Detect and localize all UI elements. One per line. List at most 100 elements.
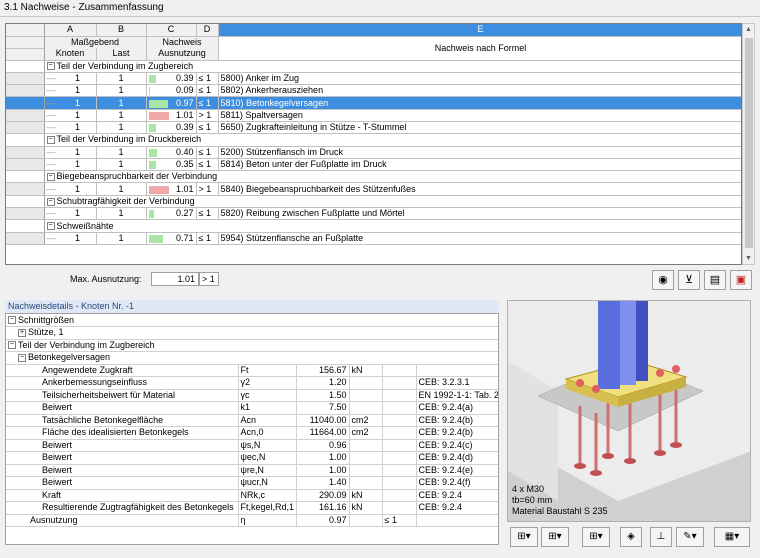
group-row[interactable]: − Biegebeanspruchbarkeit der Verbindung xyxy=(6,170,741,184)
last-cell: 1 xyxy=(96,207,147,221)
collapse-icon[interactable]: − xyxy=(8,341,16,350)
tree-zugbereich[interactable]: Teil der Verbindung im Zugbereich xyxy=(18,340,155,350)
result-row[interactable]: — 1 1 0.39 ≤ 1 5800) Anker im Zug xyxy=(6,72,741,86)
scroll-down-icon[interactable]: ▼ xyxy=(745,255,752,262)
3d-view[interactable]: 4 x M30 tb=60 mm Material Baustahl S 235 xyxy=(507,300,751,522)
collapse-icon[interactable]: − xyxy=(46,172,55,181)
value-cell: 0.09 xyxy=(175,85,194,96)
result-row[interactable]: — 1 1 0.39 ≤ 1 5650) Zugkrafteinleitung in S… xyxy=(6,121,741,135)
detail-value: 1.00 xyxy=(296,451,350,465)
iso-view-button[interactable]: ◈ xyxy=(620,527,642,547)
col-letter-a[interactable]: A xyxy=(44,24,97,37)
header-knoten: Knoten xyxy=(44,48,97,61)
group-row[interactable]: − Schweißnähte xyxy=(6,219,741,233)
detail-name: Tatsächliche Betonkegelfläche xyxy=(6,414,239,427)
utilization-bar xyxy=(148,74,157,83)
col-letter-c[interactable]: C xyxy=(146,24,197,37)
result-row[interactable]: — 1 1 0.40 ≤ 1 5200) Stützenflansch im Druck xyxy=(6,146,741,159)
detail-row[interactable]: Tatsächliche Betonkegelfläche Acn 11040.00… xyxy=(6,414,498,427)
utilization-bar xyxy=(148,161,156,170)
detail-unit xyxy=(349,389,383,402)
detail-row[interactable]: Beiwert ψs,N 0.96 CEB: 9.2.4(c) xyxy=(6,439,498,452)
detail-reference: CEB: 9.2.4 xyxy=(416,489,498,502)
value-cell: 0.71 xyxy=(175,232,194,243)
detail-reference: CEB: 9.2.4(b) xyxy=(416,426,498,440)
detail-symbol: Ft xyxy=(238,364,297,377)
collapse-icon[interactable]: − xyxy=(46,62,55,71)
view-x-button[interactable]: ⊞▾ xyxy=(510,527,538,547)
utilization-bar xyxy=(148,185,169,194)
detail-value: 161.16 xyxy=(296,501,350,515)
result-row[interactable]: — 1 1 0.71 ≤ 1 5954) Stützenflansche an Fußp… xyxy=(6,232,741,245)
render-button[interactable]: ⊥ xyxy=(650,527,672,547)
detail-symbol: ψec,N xyxy=(238,451,297,465)
collapse-icon[interactable]: − xyxy=(8,316,16,325)
detail-name: Kraft xyxy=(6,489,239,502)
view-y-button[interactable]: ⊞▾ xyxy=(541,527,569,547)
grid-scrollbar[interactable]: ▲ ▼ xyxy=(742,23,755,265)
result-row[interactable]: — 1 1 0.09 ≤ 1 5802) Ankerherausziehen xyxy=(6,84,741,98)
detail-name: Fläche des idealisierten Betonkegels xyxy=(6,426,239,440)
group-row[interactable]: − Teil der Verbindung im Zugbereich xyxy=(6,60,741,73)
col-letter-e[interactable]: E xyxy=(218,24,741,37)
detail-row[interactable]: Resultierende Zugtragfähigkeit des Beton… xyxy=(6,501,498,515)
export-button[interactable]: ▣ xyxy=(730,270,752,290)
detail-row[interactable]: Beiwert ψec,N 1.00 CEB: 9.2.4(d) xyxy=(6,451,498,465)
detail-row[interactable]: Teilsicherheitsbeiwert für Material γc 1.5… xyxy=(6,389,498,402)
detail-symbol: NRk,c xyxy=(238,489,297,502)
value-cell: 0.40 xyxy=(175,146,194,157)
collapse-icon[interactable]: − xyxy=(46,197,55,206)
detail-name: Ankerbemessungseinfluss xyxy=(6,376,239,390)
collapse-icon[interactable]: − xyxy=(46,136,55,145)
columns-button[interactable]: ▤ xyxy=(704,270,726,290)
tools-button[interactable]: ✎▾ xyxy=(676,527,704,547)
detail-name: Beiwert xyxy=(6,476,239,490)
max-op: > 1 xyxy=(199,272,219,286)
expand-icon[interactable]: + xyxy=(18,328,26,337)
details-grid[interactable]: − Schnittgrößen + Stütze, 1 − Teil der Verb… xyxy=(5,313,499,545)
result-row[interactable]: — 1 1 0.35 ≤ 1 5814) Beton unter der Fußplat… xyxy=(6,158,741,172)
detail-symbol: Acn xyxy=(238,414,297,427)
collapse-icon[interactable]: − xyxy=(18,353,26,362)
window-title: 3.1 Nachweise - Zusammenfassung xyxy=(0,0,760,17)
result-row[interactable]: — 1 1 1.01 > 1 5840) Biegebeanspruchbarkeit … xyxy=(6,182,741,196)
col-letter-b[interactable]: B xyxy=(96,24,147,37)
collapse-icon[interactable]: − xyxy=(46,222,55,231)
col-letter-d[interactable]: D xyxy=(196,24,219,37)
view-button[interactable]: ◉ xyxy=(652,270,674,290)
display-button[interactable]: ▦▾ xyxy=(714,527,750,547)
tree-schnittgroessen[interactable]: Schnittgrößen xyxy=(18,315,74,325)
tree-betonkegel[interactable]: Betonkegelversagen xyxy=(28,352,110,362)
detail-row[interactable]: Beiwert ψucr,N 1.40 CEB: 9.2.4(f) xyxy=(6,476,498,490)
last-cell: 1 xyxy=(96,96,147,110)
utilization-bar xyxy=(148,111,169,120)
formula-cell: 5200) Stützenflansch im Druck xyxy=(218,146,741,159)
op-cell: ≤ 1 xyxy=(196,72,219,86)
view-z-button[interactable]: ⊞▾ xyxy=(582,527,610,547)
scroll-up-icon[interactable]: ▲ xyxy=(745,26,752,33)
detail-row[interactable]: Kraft NRk,c 290.09 kN CEB: 9.2.4 xyxy=(6,489,498,502)
scroll-thumb[interactable] xyxy=(745,38,753,248)
detail-row[interactable]: Beiwert ψre,N 1.00 CEB: 9.2.4(e) xyxy=(6,464,498,477)
detail-row[interactable]: Fläche des idealisierten Betonkegels Acn,… xyxy=(6,426,498,440)
tree-stuetze[interactable]: Stütze, 1 xyxy=(28,327,64,337)
max-value: 1.01 xyxy=(151,272,199,286)
detail-value: 1.00 xyxy=(296,464,350,477)
op-cell: ≤ 1 xyxy=(196,207,219,221)
group-row[interactable]: − Schubtragfähigkeit der Verbindung xyxy=(6,195,741,209)
detail-reference: CEB: 9.2.4(f) xyxy=(416,476,498,490)
result-row[interactable]: — 1 1 0.97 ≤ 1 5810) Betonkegelversagen xyxy=(6,96,741,110)
filter-button[interactable]: ⊻ xyxy=(678,270,700,290)
detail-row[interactable]: Ankerbemessungseinfluss γ2 1.20 CEB: 3.2.3.… xyxy=(6,376,498,390)
result-row[interactable]: — 1 1 1.01 > 1 5811) Spaltversagen xyxy=(6,109,741,122)
detail-symbol: ψs,N xyxy=(238,439,297,452)
detail-row[interactable]: Angewendete Zugkraft Ft 156.67 kN xyxy=(6,364,498,377)
formula-cell: 5820) Reibung zwischen Fußplatte und Mör… xyxy=(218,207,741,221)
results-grid[interactable]: A B C D E Maßgebend Nachweis Nachweis na… xyxy=(5,23,742,265)
detail-row[interactable]: Beiwert k1 7.50 CEB: 9.2.4(a) xyxy=(6,401,498,415)
op-cell: ≤ 1 xyxy=(196,158,219,172)
detail-unit xyxy=(349,451,383,465)
group-row[interactable]: − Teil der Verbindung im Druckbereich xyxy=(6,133,741,147)
result-row[interactable]: — 1 1 0.27 ≤ 1 5820) Reibung zwischen Fußpla… xyxy=(6,207,741,221)
formula-cell: 5800) Anker im Zug xyxy=(218,72,741,86)
